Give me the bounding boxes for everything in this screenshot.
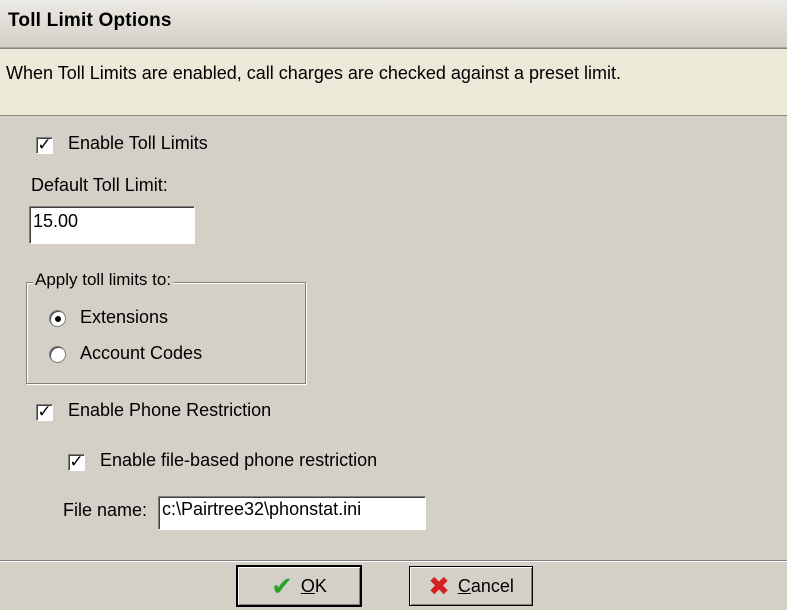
file-name-input[interactable]: c:\Pairtree32\phonstat.ini [158,496,426,530]
enable-file-based-restriction-label[interactable]: Enable file-based phone restriction [100,450,377,471]
file-name-label: File name: [63,500,148,520]
apply-toll-limits-group: Apply toll limits to: Extensions Account… [26,270,306,384]
enable-toll-limits-label[interactable]: Enable Toll Limits [68,133,208,154]
ok-button-label: OK [300,575,327,596]
default-toll-limit-label: Default Toll Limit: [31,175,168,195]
dialog-title-bar: Toll Limit Options [0,0,787,48]
check-icon: ✓ [37,135,52,154]
radio-extensions[interactable] [49,310,66,327]
description-text: When Toll Limits are enabled, call charg… [6,63,621,83]
enable-file-based-restriction-checkbox[interactable]: ✓ [68,452,85,471]
check-icon: ✓ [37,402,52,421]
enable-toll-limits-checkbox[interactable]: ✓ [36,135,53,154]
enable-phone-restriction-checkbox[interactable]: ✓ [36,402,53,421]
cancel-button-label: Cancel [457,575,514,596]
radio-account-codes[interactable] [49,346,66,363]
default-toll-limit-input[interactable]: 15.00 [29,206,195,244]
check-icon: ✔ [271,571,293,601]
radio-extensions-label[interactable]: Extensions [80,307,168,328]
dialog-title: Toll Limit Options [8,10,172,31]
enable-phone-restriction-label[interactable]: Enable Phone Restriction [68,400,271,421]
apply-toll-limits-legend: Apply toll limits to: [33,270,174,290]
ok-button[interactable]: ✔ OK [236,565,362,607]
check-icon: ✓ [69,452,84,471]
radio-selected-dot [55,316,61,322]
button-bar [0,560,787,610]
radio-account-codes-label[interactable]: Account Codes [80,343,202,364]
cancel-button[interactable]: ✖ Cancel [409,566,533,606]
x-icon: ✖ [428,571,450,601]
description-panel: When Toll Limits are enabled, call charg… [0,48,787,116]
